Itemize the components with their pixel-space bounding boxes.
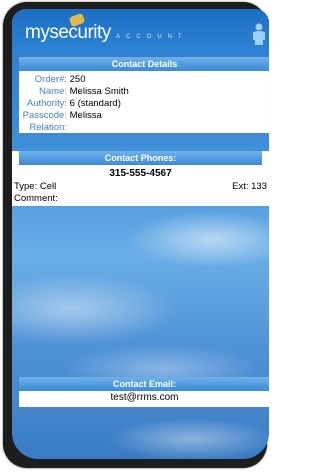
- contact-email-panel: Contact Email: test@rrms.com: [19, 377, 269, 407]
- contact-phones-panel: Contact Phones: 315-555-4567 Type: Cell …: [12, 151, 269, 206]
- logo-my: my: [25, 22, 50, 43]
- detail-label: Relation:: [29, 122, 68, 133]
- detail-row-relation: Relation:: [19, 122, 269, 134]
- detail-label: Authority:: [26, 98, 67, 109]
- app-logo[interactable]: mysecurity: [25, 22, 111, 44]
- app-header: mysecurity ACCOUNT: [12, 9, 269, 54]
- detail-value: Melissa: [69, 110, 102, 121]
- logo-security: security: [49, 22, 111, 43]
- phone-type-row: Type: Cell Ext: 133: [12, 181, 269, 193]
- contact-phones-title: Contact Phones:: [19, 151, 262, 165]
- email-address[interactable]: test@rrms.com: [19, 391, 269, 405]
- detail-label: Name:: [39, 86, 67, 97]
- detail-value: 250: [69, 74, 86, 85]
- detail-label: Passcode:: [22, 110, 67, 121]
- contact-email-title: Contact Email:: [19, 377, 269, 391]
- phone-comment: Comment:: [14, 193, 58, 204]
- detail-value: Melissa Smith: [69, 86, 129, 97]
- detail-row-name: Name: Melissa Smith: [19, 86, 269, 98]
- phone-type: Type: Cell: [14, 181, 57, 192]
- detail-row-order: Order#: 250: [19, 74, 269, 86]
- person-icon[interactable]: [251, 23, 267, 45]
- contact-details-panel: Contact Details Order#: 250 Name: Meliss…: [19, 57, 269, 133]
- detail-row-authority: Authority: 6 (standard): [19, 98, 269, 110]
- logo-account: ACCOUNT: [116, 34, 188, 40]
- detail-row-passcode: Passcode: Melissa: [19, 110, 269, 122]
- contact-details-title: Contact Details: [19, 57, 269, 71]
- detail-value: 6 (standard): [69, 98, 121, 109]
- phone-comment-row: Comment:: [12, 193, 269, 205]
- detail-label: Order#:: [34, 74, 67, 85]
- phone-ext: Ext: 133: [232, 181, 267, 192]
- app-screen: mysecurity ACCOUNT Contact Details Order…: [12, 9, 269, 459]
- phone-number[interactable]: 315-555-4567: [12, 167, 269, 181]
